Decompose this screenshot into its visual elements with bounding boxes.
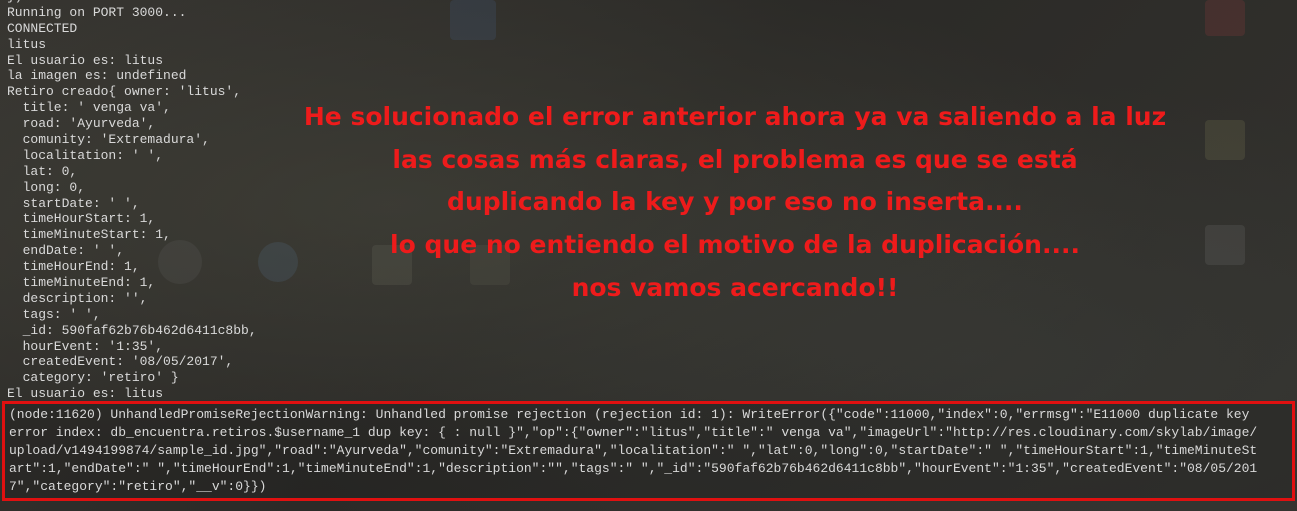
console-line: startDate: ' ',	[7, 195, 140, 211]
error-line: upload/v1494199874/sample_id.jpg","road"…	[9, 443, 1258, 458]
annotation-line: nos vamos acercando!!	[571, 272, 899, 302]
error-line: 7","category":"retiro","__v":0}})	[9, 479, 267, 494]
error-message: (node:11620) UnhandledPromiseRejectionWa…	[9, 406, 1257, 496]
annotation-line: las cosas más claras, el problema es que…	[392, 144, 1078, 174]
console-line: localitation: ' ',	[7, 147, 164, 163]
console-line: la imagen es: undefined	[7, 68, 187, 84]
console-line: endDate: ' ',	[7, 243, 125, 259]
annotation-message: He solucionado el error anterior ahora y…	[270, 96, 1200, 310]
console-line: lat: 0,	[7, 163, 78, 179]
console-line: Retiro creado{ owner: 'litus',	[7, 84, 242, 100]
console-line: comunity: 'Extremadura',	[7, 132, 210, 148]
console-line: timeMinuteEnd: 1,	[7, 275, 156, 291]
annotation-line: lo que no entiendo el motivo de la dupli…	[390, 230, 1080, 260]
annotation-line: He solucionado el error anterior ahora y…	[303, 102, 1167, 131]
console-line: CONNECTED	[7, 20, 78, 36]
console-line: El usuario es: litus	[7, 386, 164, 402]
console-line: hourEvent: '1:35',	[7, 338, 164, 354]
console-line: litus	[7, 36, 47, 52]
console-line: long: 0,	[7, 179, 86, 195]
annotation-line: duplicando la key y por eso no inserta..…	[447, 187, 1023, 217]
console-line: Running on PORT 3000...	[7, 4, 187, 20]
error-line: error index: db_encuentra.retiros.$usern…	[9, 425, 1258, 440]
console-line: category: 'retiro' }	[7, 370, 179, 386]
console-line: timeHourEnd: 1,	[7, 259, 140, 275]
console-line: createdEvent: '08/05/2017',	[7, 354, 234, 370]
console-line: _id: 590faf62b76b462d6411c8bb,	[7, 322, 257, 338]
error-highlight-box: (node:11620) UnhandledPromiseRejectionWa…	[2, 401, 1295, 501]
console-line: tags: ' ',	[7, 306, 101, 322]
console-line: timeMinuteStart: 1,	[7, 227, 171, 243]
error-line: (node:11620) UnhandledPromiseRejectionWa…	[9, 407, 1250, 422]
console-line: description: '',	[7, 290, 148, 306]
console-output: })Running on PORT 3000...CONNECTEDlitusE…	[7, 0, 257, 402]
error-line: art":1,"endDate":" ","timeHourEnd":1,"ti…	[9, 461, 1258, 476]
console-line: road: 'Ayurveda',	[7, 116, 156, 132]
terminal-window[interactable]: })Running on PORT 3000...CONNECTEDlitusE…	[0, 0, 1297, 511]
console-line: title: ' venga va',	[7, 100, 171, 116]
console-line: El usuario es: litus	[7, 52, 164, 68]
console-line: timeHourStart: 1,	[7, 211, 156, 227]
